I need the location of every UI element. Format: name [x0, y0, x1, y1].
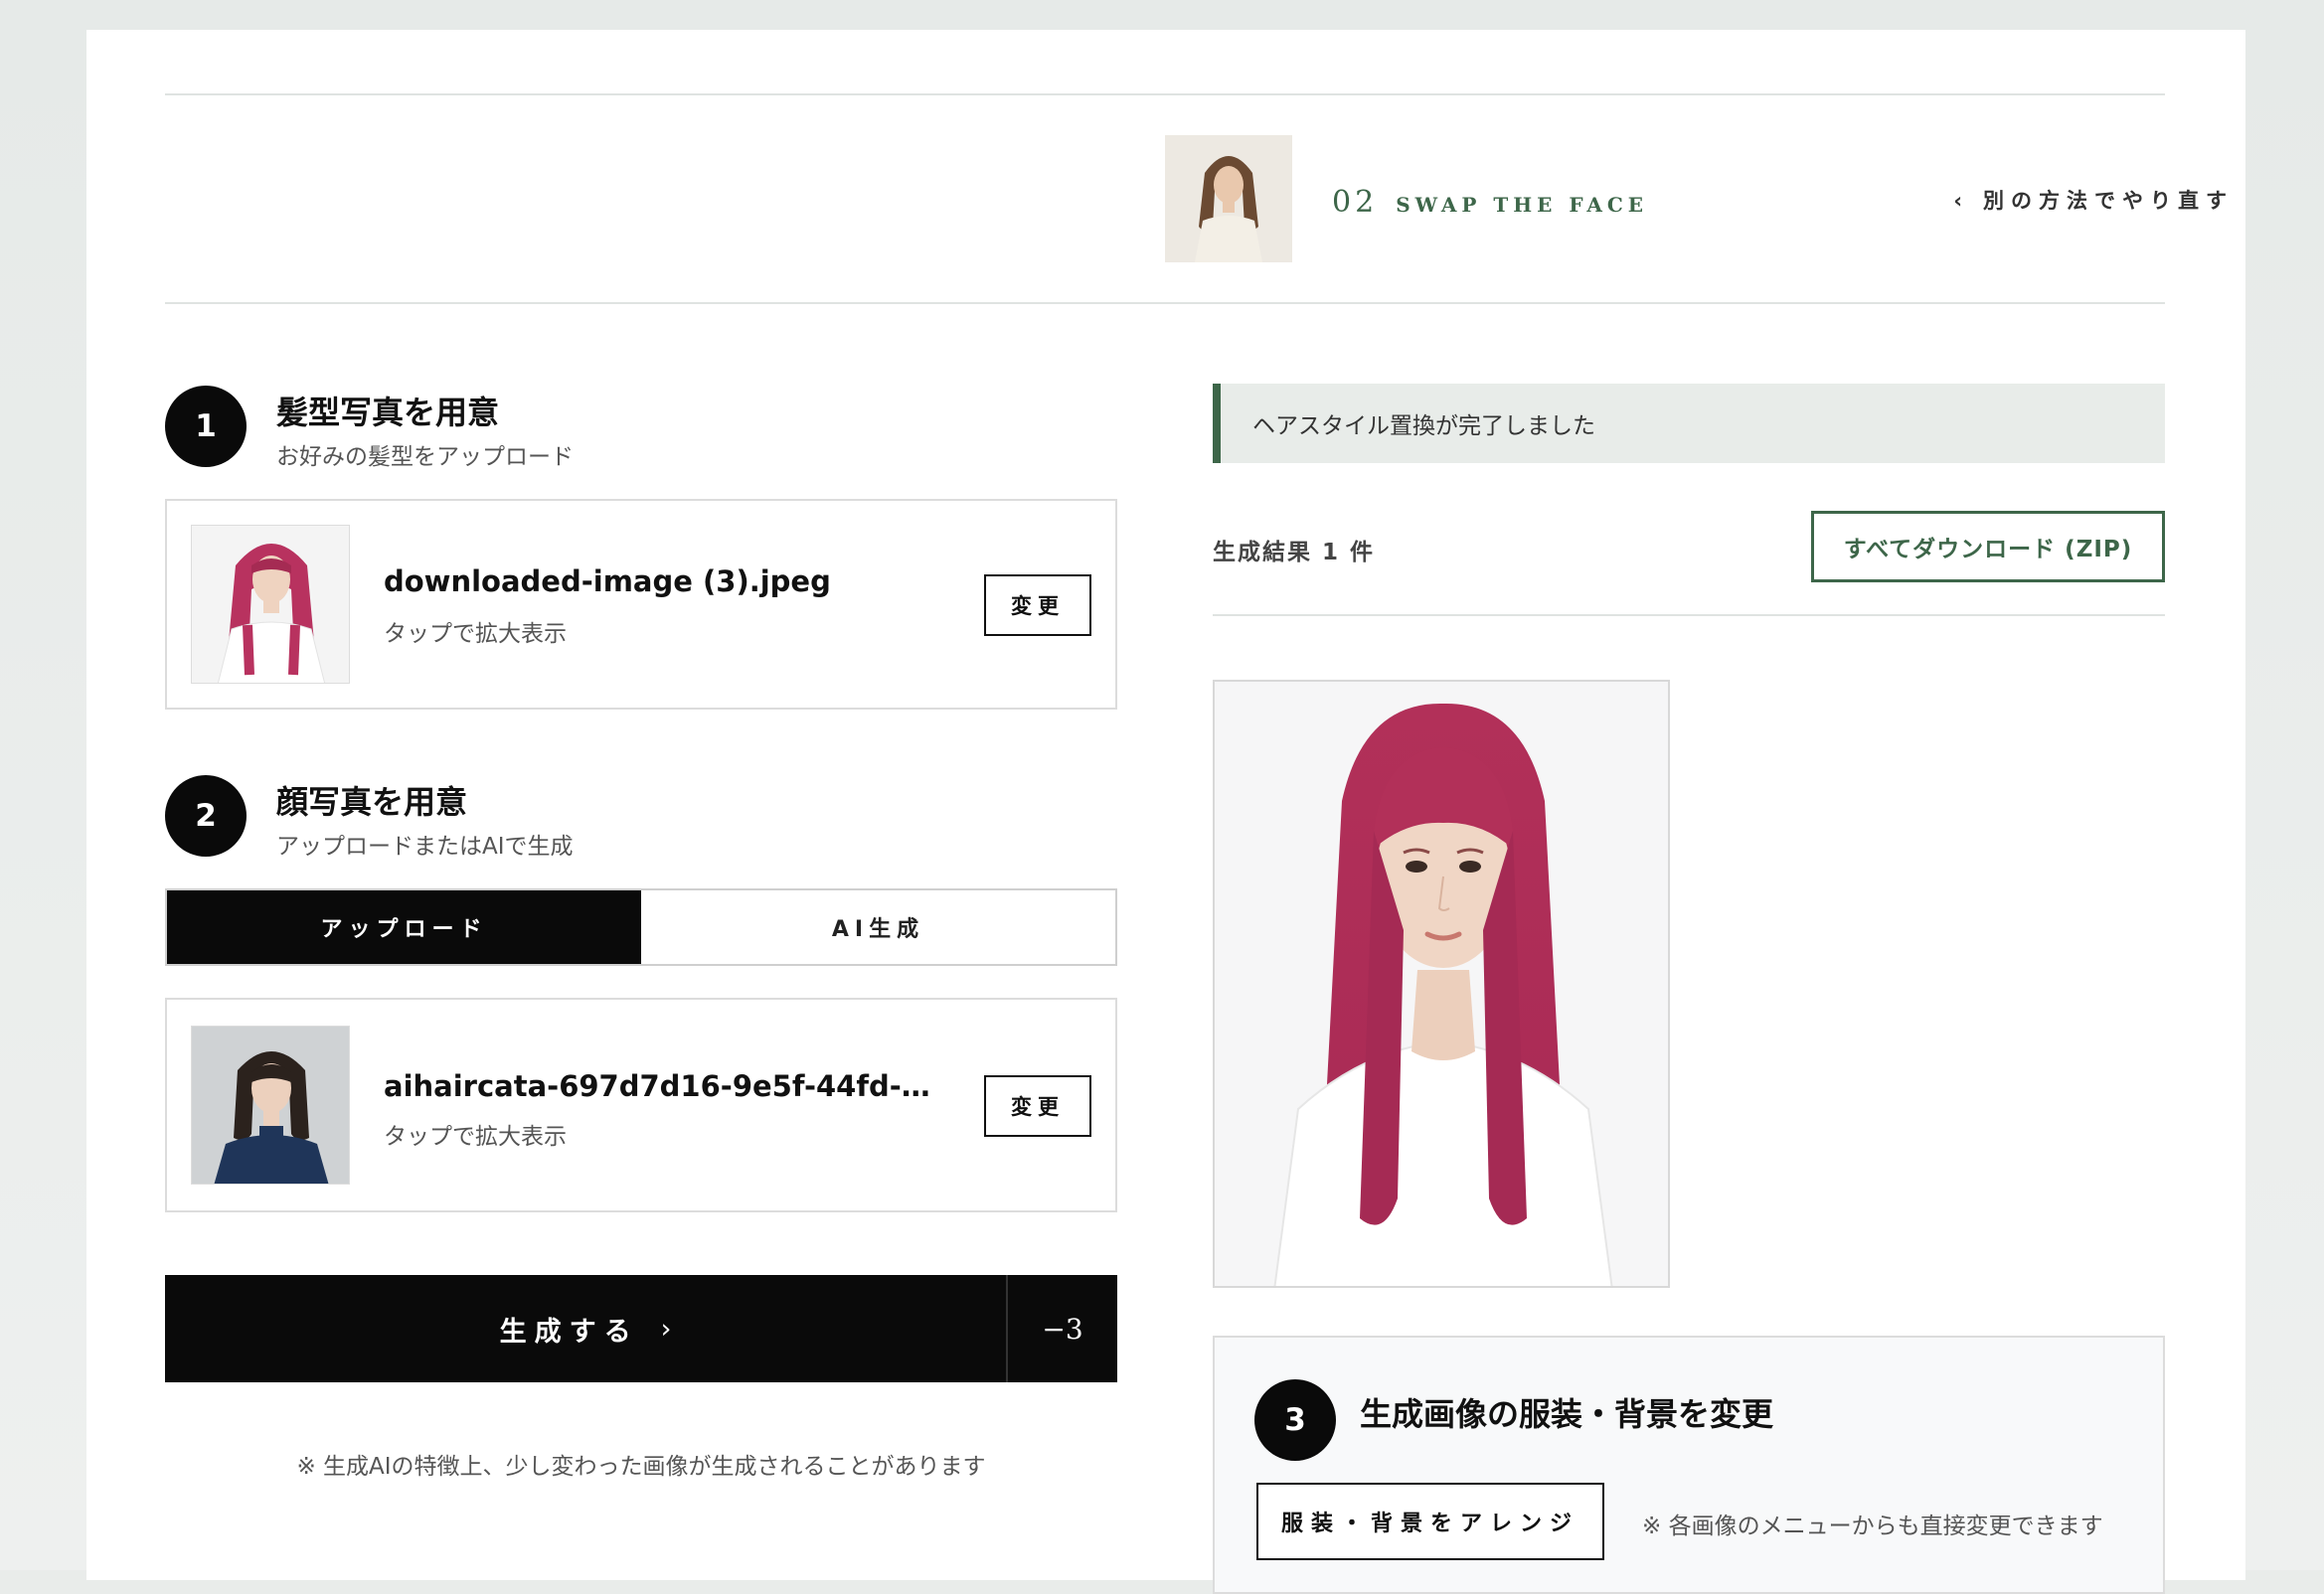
hairstyle-file-card: downloaded-image (3).jpeg タップで拡大表示 変更 [165, 499, 1117, 710]
change-hairstyle-button[interactable]: 変更 [984, 574, 1091, 636]
step3-note: ※ 各画像のメニューからも直接変更できます [1642, 1514, 2103, 1539]
result-count: 生成結果 1 件 [1213, 540, 1376, 565]
result-image[interactable] [1213, 680, 1670, 1288]
tab-upload[interactable]: アップロード [167, 890, 641, 964]
step2-badge: 2 [165, 775, 247, 857]
chevron-left-icon: ‹ [1953, 189, 1969, 213]
step-title: SWAP THE FACE [1396, 193, 1649, 217]
chevron-right-icon: › [660, 1313, 672, 1345]
header-top-divider [165, 93, 2165, 95]
hairstyle-file-hint: タップで拡大表示 [384, 621, 567, 647]
generate-button-main[interactable]: 生成する › [165, 1275, 1006, 1382]
step1-title: 髪型写真を用意 [276, 394, 500, 431]
step1-badge: 1 [165, 386, 247, 467]
generation-disclaimer: ※ 生成AIの特徴上、少し変わった画像が生成されることがあります [296, 1454, 986, 1480]
completion-banner: ヘアスタイル置換が完了しました [1213, 384, 2165, 463]
tab-ai-generate[interactable]: AI生成 [641, 890, 1115, 964]
step-number: 02 [1332, 185, 1379, 220]
hairstyle-thumbnail[interactable] [191, 525, 350, 684]
step2-title: 顔写真を用意 [276, 783, 468, 821]
face-file-card: aihaircata-697d7d16-9e5f-44fd-b3d3-6f… タ… [165, 998, 1117, 1212]
step1-subtitle: お好みの髪型をアップロード [276, 444, 574, 470]
change-face-button[interactable]: 変更 [984, 1075, 1091, 1137]
generate-button[interactable]: 生成する › −3 [165, 1275, 1117, 1382]
header-bottom-divider [165, 302, 2165, 304]
step-thumbnail [1165, 135, 1292, 262]
completion-banner-text: ヘアスタイル置換が完了しました [1252, 413, 1595, 439]
result-divider [1213, 614, 2165, 616]
step3-badge: 3 [1254, 1379, 1336, 1461]
face-file-hint: タップで拡大表示 [384, 1124, 567, 1150]
face-thumbnail[interactable] [191, 1026, 350, 1185]
generate-cost: −3 [1006, 1275, 1117, 1382]
generate-button-label: 生成する [499, 1316, 639, 1348]
hairstyle-file-name: downloaded-image (3).jpeg [384, 564, 831, 598]
step-indicator: 02 SWAP THE FACE [1332, 185, 1648, 220]
redo-link[interactable]: ‹ 別の方法でやり直す [1953, 185, 2234, 215]
arrange-outfit-background-button[interactable]: 服装・背景をアレンジ [1256, 1483, 1604, 1560]
step2-subtitle: アップロードまたはAIで生成 [276, 834, 574, 860]
download-all-zip-button[interactable]: すべてダウンロード (ZIP) [1811, 511, 2165, 582]
redo-link-label: 別の方法でやり直す [1983, 189, 2234, 213]
face-file-name: aihaircata-697d7d16-9e5f-44fd-b3d3-6f… [384, 1069, 950, 1103]
step3-title: 生成画像の服装・背景を変更 [1360, 1395, 1774, 1433]
face-source-tabs: アップロード AI生成 [165, 888, 1117, 966]
step3-panel: 3 生成画像の服装・背景を変更 服装・背景をアレンジ ※ 各画像のメニューからも… [1213, 1336, 2165, 1594]
